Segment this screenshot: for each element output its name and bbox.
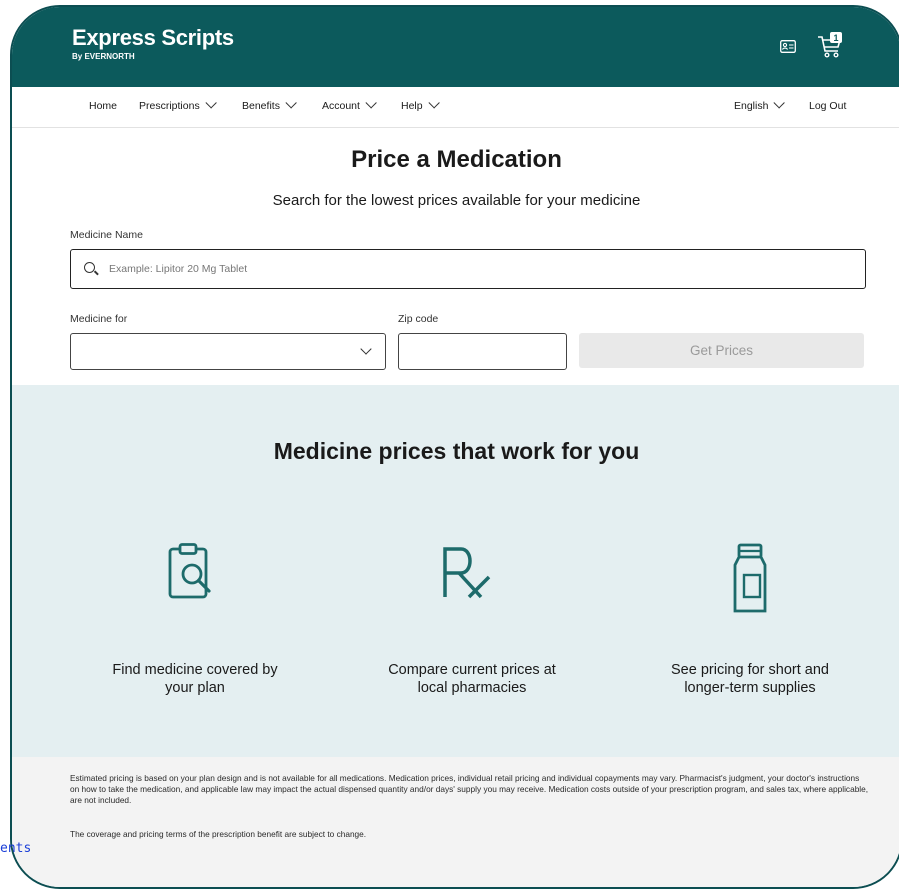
- clipboard-search-icon: [168, 543, 211, 599]
- feature-compare-prices: Compare current prices at local pharmaci…: [388, 662, 556, 696]
- id-card-icon[interactable]: [780, 40, 796, 53]
- brand-subtitle: By EVERNORTH: [72, 52, 135, 61]
- browser-frame: Express Scripts By EVERNORTH 1 Home Pres…: [10, 5, 899, 889]
- stray-text: ents: [0, 841, 32, 856]
- feature-find-medicine: Find medicine covered by your plan: [112, 662, 278, 696]
- get-prices-button[interactable]: Get Prices: [579, 333, 864, 368]
- main-nav: Home Prescriptions Benefits Account Help…: [12, 87, 899, 128]
- medicine-for-select[interactable]: [70, 333, 386, 370]
- nav-help[interactable]: Help: [401, 97, 440, 112]
- logout-link[interactable]: Log Out: [809, 100, 846, 112]
- pill-bottle-icon: [733, 543, 767, 613]
- search-icon: [84, 262, 95, 273]
- features-section: Medicine prices that work for you Find m…: [12, 385, 899, 757]
- zip-code-label: Zip code: [398, 313, 439, 325]
- medicine-search-input[interactable]: Example: Lipitor 20 Mg Tablet: [70, 249, 866, 289]
- brand-logo[interactable]: Express Scripts By EVERNORTH: [72, 25, 234, 61]
- chevron-down-icon: [365, 97, 377, 109]
- feature-pricing-supplies: See pricing for short and longer-term su…: [671, 662, 829, 696]
- zip-code-input[interactable]: [398, 333, 567, 370]
- medicine-for-label: Medicine for: [70, 313, 128, 325]
- rx-icon: [443, 547, 491, 599]
- search-placeholder: Example: Lipitor 20 Mg Tablet: [109, 263, 248, 275]
- chevron-down-icon: [360, 343, 372, 355]
- terms-text: The coverage and pricing terms of the pr…: [70, 829, 367, 839]
- nav-home[interactable]: Home: [89, 100, 117, 112]
- cart-icon[interactable]: 1: [816, 31, 844, 59]
- footer-disclaimer: Estimated pricing is based on your plan …: [12, 757, 899, 887]
- cart-count: 1: [833, 33, 838, 43]
- language-select[interactable]: English: [734, 97, 786, 112]
- page-subtitle: Search for the lowest prices available f…: [272, 192, 641, 209]
- chevron-down-icon: [428, 97, 440, 109]
- chevron-down-icon: [205, 97, 217, 109]
- chevron-down-icon: [285, 97, 297, 109]
- disclaimer-text: Estimated pricing is based on your plan …: [70, 773, 869, 805]
- chevron-down-icon: [773, 97, 786, 109]
- features-title: Medicine prices that work for you: [273, 438, 640, 464]
- brand-name: Express Scripts: [72, 25, 234, 50]
- page-title: Price a Medication: [351, 146, 562, 173]
- nav-account[interactable]: Account: [322, 97, 377, 112]
- nav-prescriptions[interactable]: Prescriptions: [139, 97, 217, 112]
- top-header: Express Scripts By EVERNORTH 1: [12, 7, 899, 87]
- medicine-name-label: Medicine Name: [70, 229, 143, 241]
- nav-benefits[interactable]: Benefits: [242, 97, 297, 112]
